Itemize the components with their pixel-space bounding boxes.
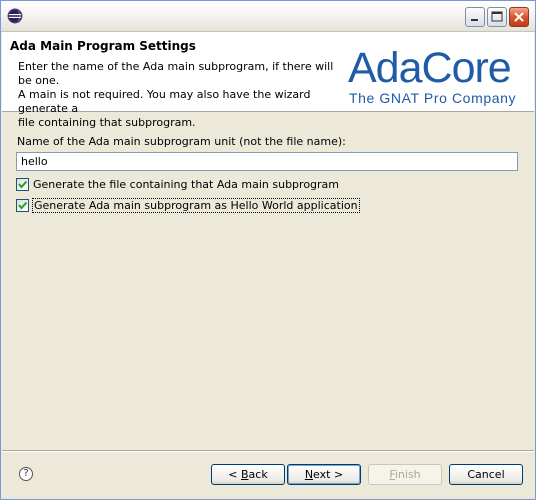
wizard-content: Name of the Ada main subprogram unit (no… (2, 113, 534, 443)
checkmark-icon (18, 180, 28, 189)
back-button[interactable]: < Back (211, 464, 285, 485)
logo-wordmark: AdaCore (348, 44, 512, 92)
checkmark-icon (18, 201, 28, 210)
hello-world-label: Generate Ada main subprogram as Hello Wo… (32, 198, 360, 213)
maximize-button[interactable] (487, 7, 507, 27)
maximize-icon (491, 11, 503, 22)
next-button[interactable]: Next > (287, 464, 361, 485)
finish-button[interactable]: Finish (368, 464, 442, 485)
generate-file-checkbox[interactable] (16, 178, 29, 191)
page-title: Ada Main Program Settings (10, 39, 196, 53)
adacore-logo: AdaCore The GNAT Pro Company (348, 46, 524, 108)
close-button[interactable] (509, 7, 529, 27)
main-unit-input[interactable] (16, 152, 518, 171)
close-icon (514, 12, 524, 22)
logo-tagline: The GNAT Pro Company (349, 90, 517, 106)
wizard-window: Ada Main Program Settings Enter the name… (0, 0, 536, 500)
minimize-button[interactable] (465, 7, 485, 27)
minimize-icon (471, 19, 478, 21)
help-icon[interactable]: ? (19, 467, 33, 481)
title-bar[interactable] (1, 1, 535, 32)
main-unit-label: Name of the Ada main subprogram unit (no… (17, 135, 346, 148)
eclipse-icon (7, 8, 23, 24)
hello-world-checkbox[interactable] (16, 199, 29, 212)
wizard-header: Ada Main Program Settings Enter the name… (2, 32, 534, 129)
button-bar-separator (2, 450, 534, 452)
cancel-button[interactable]: Cancel (449, 464, 523, 485)
generate-file-label: Generate the file containing that Ada ma… (33, 178, 340, 191)
